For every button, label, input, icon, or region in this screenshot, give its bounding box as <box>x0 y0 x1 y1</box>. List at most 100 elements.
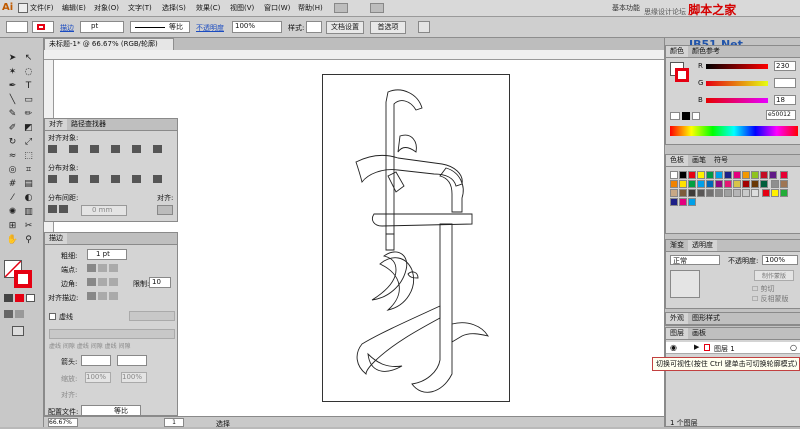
end-arrow-dropdown[interactable] <box>117 355 147 366</box>
shape-builder-tool-icon[interactable]: ◎ <box>6 164 19 176</box>
selection-tool-icon[interactable]: ➤ <box>6 52 19 64</box>
target-icon[interactable]: ○ <box>790 343 797 352</box>
blend-mode-dropdown[interactable]: 正常 <box>670 255 720 265</box>
tab-transparency[interactable]: 透明度 <box>688 240 717 251</box>
align-objects-buttons[interactable] <box>48 145 174 155</box>
gradient-tool-icon[interactable]: ▤ <box>22 178 35 190</box>
menu-window[interactable]: 窗口(W) <box>264 3 290 13</box>
g-slider[interactable] <box>706 81 768 86</box>
tab-swatches[interactable]: 色板 <box>666 155 688 166</box>
tab-align[interactable]: 对齐 <box>45 119 67 130</box>
zoom-field[interactable]: 66.67% <box>48 418 78 427</box>
distribute-objects-buttons[interactable] <box>48 175 174 185</box>
tab-artboards[interactable]: 画板 <box>688 328 710 339</box>
stroke-weight-field[interactable]: pt <box>80 21 124 33</box>
corner-buttons[interactable] <box>87 278 127 288</box>
slice-tool-icon[interactable]: ✂ <box>22 220 35 232</box>
paintbrush-tool-icon[interactable]: ✎ <box>6 108 19 120</box>
perspective-grid-tool-icon[interactable]: ⌗ <box>22 164 35 176</box>
tab-appearance[interactable]: 外观 <box>666 313 688 324</box>
pencil-tool-icon[interactable]: ✏ <box>22 108 35 120</box>
calligraphy-outline-artwork[interactable] <box>322 74 510 402</box>
rotate-tool-icon[interactable]: ↻ <box>6 136 19 148</box>
preferences-button[interactable]: 首选项 <box>370 21 406 34</box>
none-color-swatch[interactable] <box>670 112 680 120</box>
color-stroke-swatch[interactable] <box>675 68 689 82</box>
invert-mask-checkbox[interactable]: ☐ 反相蒙版 <box>752 294 789 304</box>
variable-width-profile[interactable]: 等比 <box>130 21 190 33</box>
horizontal-ruler[interactable] <box>44 50 664 60</box>
align-to-dropdown[interactable] <box>157 205 173 215</box>
stroke-selector[interactable] <box>32 21 54 33</box>
limit-input[interactable]: 10 <box>149 277 171 288</box>
fill-selector[interactable] <box>6 21 28 33</box>
spacing-field[interactable]: 0 mm <box>81 205 127 216</box>
hex-value[interactable]: e50012 <box>766 110 796 120</box>
scale-tool-icon[interactable]: ⤢ <box>22 136 35 148</box>
clip-checkbox[interactable]: ☐ 剪切 <box>752 284 775 294</box>
r-slider[interactable] <box>706 64 768 69</box>
profile-dropdown[interactable]: 等比 <box>81 405 141 416</box>
tab-brushes[interactable]: 画笔 <box>688 155 710 166</box>
tab-symbols[interactable]: 符号 <box>710 155 732 166</box>
artboard-tool-icon[interactable]: ⊞ <box>6 220 19 232</box>
width-tool-icon[interactable]: ≈ <box>6 150 19 162</box>
free-transform-tool-icon[interactable]: ⬚ <box>22 150 35 162</box>
menu-type[interactable]: 文字(T) <box>128 3 152 13</box>
tab-stroke[interactable]: 描边 <box>45 233 67 244</box>
swatch-grid[interactable] <box>670 171 794 227</box>
artboard-number-field[interactable]: 1 <box>164 418 184 427</box>
direct-selection-tool-icon[interactable]: ↖ <box>22 52 35 64</box>
rectangle-tool-icon[interactable]: ▭ <box>22 94 35 106</box>
arrange-icon[interactable] <box>418 21 430 33</box>
screen-mode-icon[interactable] <box>12 326 24 336</box>
symbol-sprayer-tool-icon[interactable]: ✺ <box>6 206 19 218</box>
pen-tool-icon[interactable]: ✒ <box>6 80 19 92</box>
mesh-tool-icon[interactable]: # <box>6 178 19 190</box>
blend-tool-icon[interactable]: ◐ <box>22 192 35 204</box>
tab-pathfinder[interactable]: 路径查找器 <box>67 119 110 130</box>
type-tool-icon[interactable]: T <box>22 80 35 92</box>
style-picker[interactable] <box>306 21 322 33</box>
cap-buttons[interactable] <box>87 264 127 274</box>
lasso-tool-icon[interactable]: ◌ <box>22 66 35 78</box>
start-arrow-dropdown[interactable] <box>81 355 111 366</box>
expand-arrow-icon[interactable]: ▶ <box>694 343 699 351</box>
menu-effect[interactable]: 效果(C) <box>196 3 220 13</box>
color-mode-buttons[interactable] <box>4 294 38 304</box>
opacity-field[interactable]: 100% <box>232 21 282 33</box>
end-arrow-scale[interactable]: 100% <box>121 372 147 383</box>
stroke-swatch[interactable] <box>14 270 32 288</box>
line-tool-icon[interactable]: ╲ <box>6 94 19 106</box>
menu-edit[interactable]: 编辑(E) <box>62 3 86 13</box>
dashed-checkbox[interactable] <box>49 313 56 320</box>
g-value[interactable] <box>774 78 796 88</box>
make-mask-button[interactable]: 制作蒙版 <box>754 270 794 281</box>
start-arrow-scale[interactable]: 100% <box>85 372 111 383</box>
tab-gradient[interactable]: 渐变 <box>666 240 688 251</box>
document-tab[interactable]: 未标题-1* @ 66.67% (RGB/轮廓) <box>44 38 174 50</box>
color-spectrum[interactable] <box>670 126 798 136</box>
menu-view[interactable]: 视图(V) <box>230 3 254 13</box>
eraser-tool-icon[interactable]: ◩ <box>22 122 35 134</box>
magic-wand-tool-icon[interactable]: ✶ <box>6 66 19 78</box>
blob-brush-tool-icon[interactable]: ✐ <box>6 122 19 134</box>
hand-tool-icon[interactable]: ✋ <box>6 234 19 246</box>
b-slider[interactable] <box>706 98 768 103</box>
zoom-tool-icon[interactable]: ⚲ <box>22 234 35 246</box>
stroke-weight-input[interactable]: 1 pt <box>87 249 127 260</box>
bridge-button[interactable] <box>334 3 348 13</box>
distribute-spacing-buttons[interactable] <box>48 205 68 215</box>
arrange-button[interactable] <box>370 3 384 13</box>
black-color-swatch[interactable] <box>682 112 690 120</box>
b-value[interactable]: 18 <box>774 95 796 105</box>
column-graph-tool-icon[interactable]: ▥ <box>22 206 35 218</box>
r-value[interactable]: 230 <box>774 61 796 71</box>
tab-graphic-styles[interactable]: 图形样式 <box>688 313 724 324</box>
align-stroke-buttons[interactable] <box>87 292 127 302</box>
menu-object[interactable]: 对象(O) <box>94 3 119 13</box>
bridge-icon[interactable] <box>18 3 28 13</box>
workspace-switcher[interactable]: 基本功能 <box>612 3 640 13</box>
dash-style-buttons[interactable] <box>129 311 175 321</box>
dash-gap-fields[interactable] <box>49 329 175 339</box>
